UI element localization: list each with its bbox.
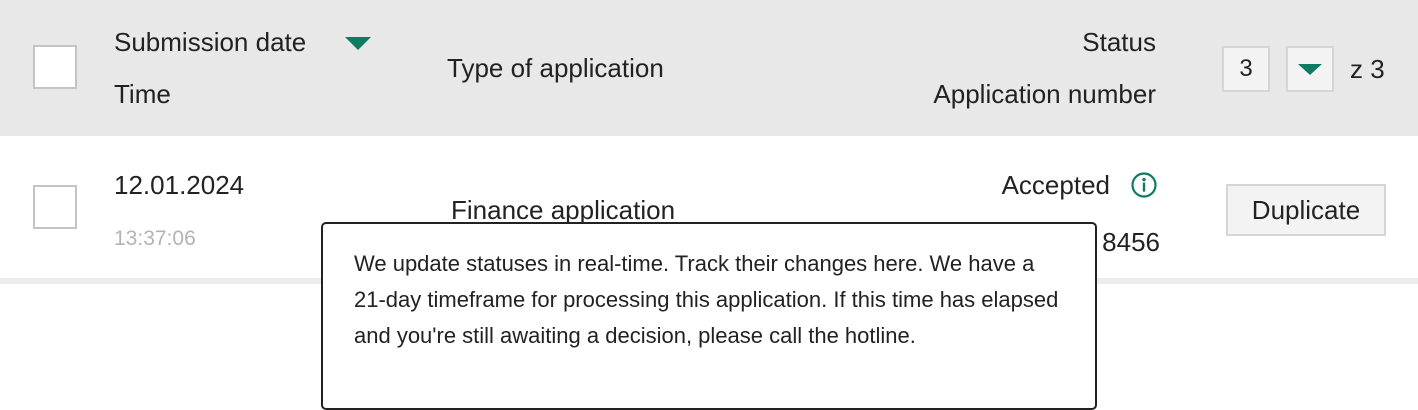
row-status: Accepted	[1001, 170, 1110, 200]
page-total-label: z 3	[1350, 54, 1385, 84]
sort-descending-icon[interactable]	[345, 37, 371, 50]
info-icon[interactable]	[1131, 172, 1157, 198]
row-application-number: 8456	[1102, 227, 1160, 257]
header-time: Time	[114, 79, 171, 109]
header-submission-date[interactable]: Submission date	[114, 27, 306, 57]
caret-down-icon	[1298, 64, 1322, 75]
table-header: Submission date Time Type of application…	[0, 0, 1418, 136]
row-type-of-application: Finance application	[451, 195, 676, 225]
header-application-number: Application number	[933, 79, 1156, 109]
row-submission-date: 12.01.2024	[114, 170, 245, 200]
duplicate-button[interactable]: Duplicate	[1226, 184, 1386, 236]
header-status: Status	[1082, 27, 1156, 57]
page-dropdown-button[interactable]	[1286, 46, 1334, 92]
header-type-of-application: Type of application	[447, 53, 664, 83]
applications-page: Submission date Time Type of application…	[0, 0, 1418, 410]
row-time: 13:37:06	[114, 227, 196, 250]
row-checkbox[interactable]	[33, 185, 77, 229]
status-info-tooltip: We update statuses in real-time. Track t…	[321, 222, 1097, 410]
select-all-checkbox[interactable]	[33, 45, 77, 89]
current-page-input[interactable]: 3	[1222, 46, 1270, 92]
